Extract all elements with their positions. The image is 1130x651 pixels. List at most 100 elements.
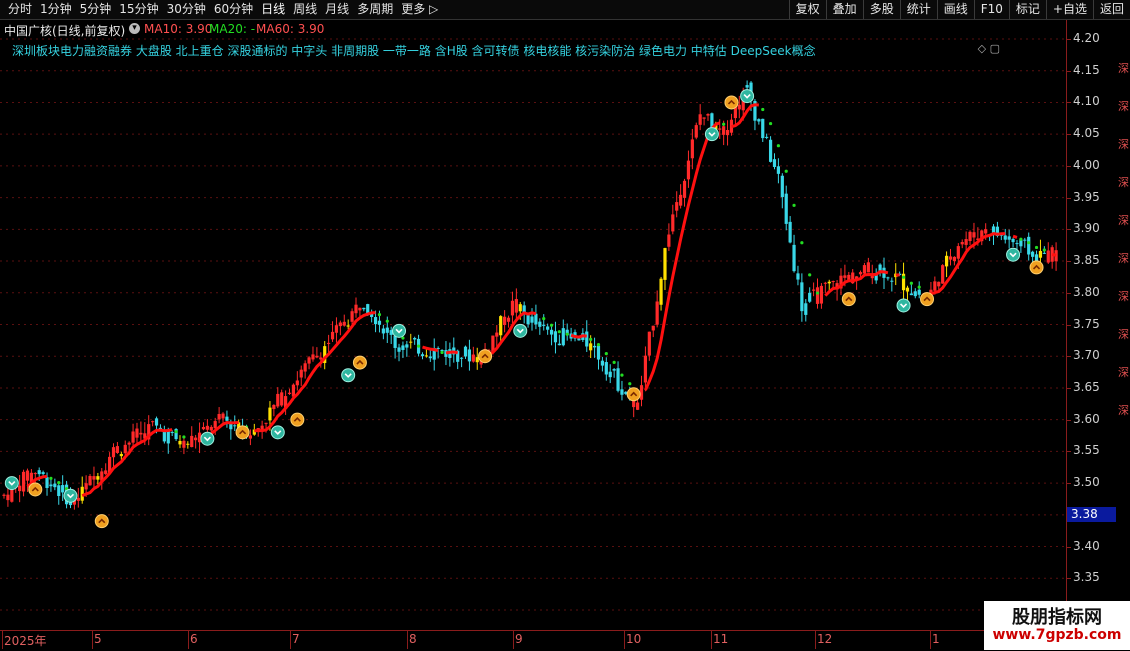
function-button[interactable]: F10 — [974, 0, 1009, 19]
candle-body — [550, 330, 553, 335]
candle-body — [789, 222, 792, 243]
trend-dot-down — [57, 481, 60, 484]
sell-signal-icon[interactable] — [741, 90, 754, 103]
candle-body — [264, 423, 267, 424]
period-tab[interactable]: 60分钟 — [210, 0, 257, 19]
period-tabs: 分时1分钟5分钟15分钟30分钟60分钟日线周线月线多周期更多 ▷ — [4, 0, 442, 19]
candle-body — [871, 276, 874, 278]
trend-dot-down — [777, 144, 780, 147]
buy-signal-icon[interactable] — [291, 413, 304, 426]
candle-body — [804, 303, 807, 315]
candle-body — [472, 355, 475, 362]
candle-body — [530, 316, 533, 322]
function-button[interactable]: 多股 — [863, 0, 900, 19]
price-tick: 4.10 — [1073, 94, 1100, 108]
sell-signal-icon[interactable] — [1007, 248, 1020, 261]
period-tab[interactable]: 1分钟 — [36, 0, 76, 19]
candle-body — [315, 356, 318, 358]
buy-signal-icon[interactable] — [479, 350, 492, 363]
candle-body — [206, 426, 209, 430]
function-button[interactable]: 标记 — [1009, 0, 1046, 19]
candle-body — [597, 346, 600, 360]
buy-signal-icon[interactable] — [353, 356, 366, 369]
sell-signal-icon[interactable] — [5, 477, 18, 490]
candle-body — [918, 290, 921, 295]
candle-body — [644, 356, 647, 383]
buy-signal-icon[interactable] — [627, 388, 640, 401]
kline-chart[interactable] — [0, 20, 1066, 630]
trend-dot-down — [378, 313, 381, 316]
candle-body — [464, 347, 467, 357]
date-tick-mark — [624, 631, 625, 649]
period-tab[interactable]: 周线 — [289, 0, 321, 19]
period-tab[interactable]: 分时 — [4, 0, 36, 19]
candle-body — [656, 301, 659, 324]
candle-body — [405, 344, 408, 347]
function-button[interactable]: 返回 — [1093, 0, 1130, 19]
buy-signal-icon[interactable] — [95, 515, 108, 528]
candle-body — [1023, 240, 1026, 241]
sell-signal-icon[interactable] — [201, 432, 214, 445]
side-info-strip[interactable]: 深深深深深深深深深深 — [1118, 60, 1130, 440]
function-button[interactable]: 统计 — [900, 0, 937, 19]
sell-signal-icon[interactable] — [64, 489, 77, 502]
buy-signal-icon[interactable] — [29, 483, 42, 496]
trend-dot-down — [182, 435, 185, 438]
function-button[interactable]: +自选 — [1046, 0, 1093, 19]
candle-body — [178, 441, 181, 444]
period-tab[interactable]: 15分钟 — [115, 0, 162, 19]
period-tab[interactable]: 更多 ▷ — [397, 0, 442, 19]
candle-body — [1008, 236, 1011, 239]
sell-signal-icon[interactable] — [897, 299, 910, 312]
price-tick-mark — [1067, 356, 1071, 357]
function-button[interactable]: 画线 — [937, 0, 974, 19]
buy-signal-icon[interactable] — [842, 293, 855, 306]
candle-body — [1043, 253, 1046, 254]
period-tab[interactable]: 月线 — [321, 0, 353, 19]
sell-signal-icon[interactable] — [342, 369, 355, 382]
candle-body — [843, 275, 846, 278]
candle-body — [468, 349, 471, 361]
side-strip-char: 深 — [1118, 402, 1130, 418]
candle-body — [190, 436, 193, 447]
candle-body — [112, 447, 115, 457]
candle-body — [538, 322, 541, 327]
period-tab[interactable]: 5分钟 — [76, 0, 116, 19]
sell-signal-icon[interactable] — [514, 324, 527, 337]
candle-body — [34, 473, 37, 474]
price-tick: 4.00 — [1073, 158, 1100, 172]
trend-dot-down — [792, 204, 795, 207]
trend-dot-down — [918, 286, 921, 289]
price-tick: 3.35 — [1073, 570, 1100, 584]
sell-signal-icon[interactable] — [393, 324, 406, 337]
price-tick-mark — [1067, 71, 1071, 72]
candle-body — [171, 432, 174, 433]
candle-body — [167, 431, 170, 443]
candle-body — [945, 256, 948, 267]
candle-body — [761, 119, 764, 138]
trend-line-up — [254, 313, 375, 431]
candle-body — [914, 291, 917, 296]
buy-signal-icon[interactable] — [1030, 261, 1043, 274]
buy-signal-icon[interactable] — [236, 426, 249, 439]
sell-signal-icon[interactable] — [271, 426, 284, 439]
candle-body — [769, 140, 772, 162]
candle-body — [104, 470, 107, 474]
candle-body — [652, 326, 655, 331]
price-tick-mark — [1067, 420, 1071, 421]
function-button[interactable]: 叠加 — [826, 0, 863, 19]
candle-body — [773, 159, 776, 167]
period-tab[interactable]: 30分钟 — [163, 0, 210, 19]
candle-body — [88, 476, 91, 485]
period-tab[interactable]: 日线 — [257, 0, 289, 19]
sell-signal-icon[interactable] — [705, 128, 718, 141]
period-tab[interactable]: 多周期 — [353, 0, 397, 19]
candle-body — [382, 329, 385, 334]
trend-dot-down — [440, 351, 443, 354]
buy-signal-icon[interactable] — [725, 96, 738, 109]
candle-body — [186, 444, 189, 445]
buy-signal-icon[interactable] — [921, 293, 934, 306]
function-button[interactable]: 复权 — [789, 0, 826, 19]
candle-body — [1031, 252, 1034, 257]
candle-body — [832, 281, 835, 282]
